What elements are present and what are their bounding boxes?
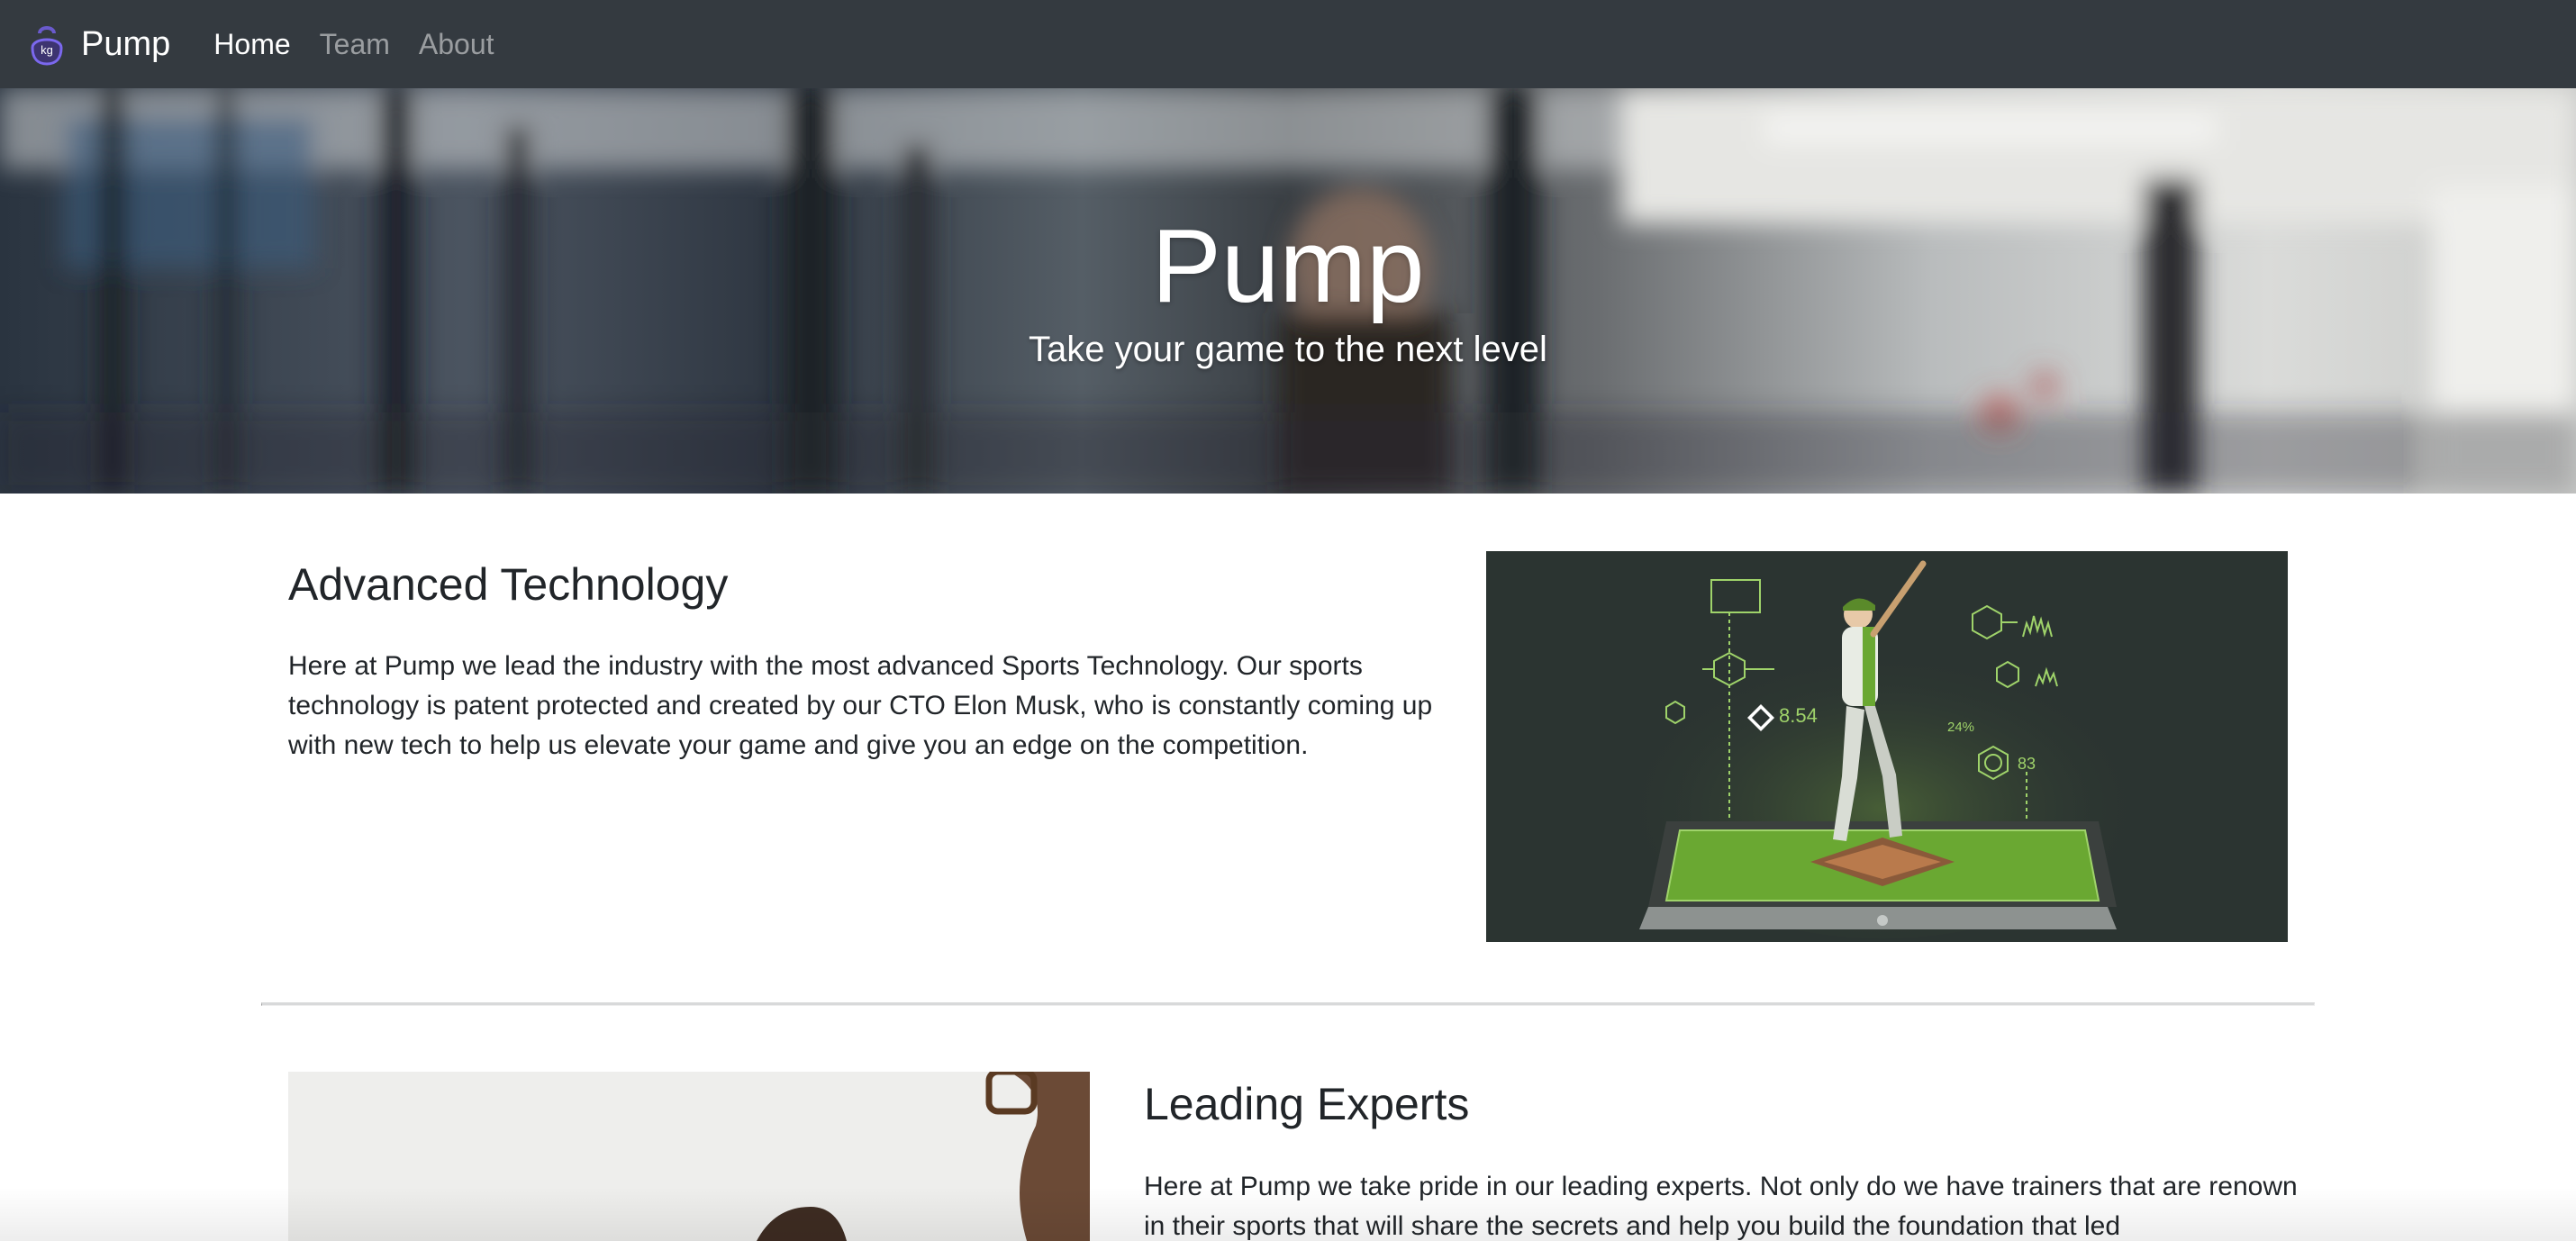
kettlebell-logo-icon: kg (31, 26, 63, 66)
nav-link-team[interactable]: Team (320, 28, 390, 61)
hero-content: Pump Take your game to the next level (0, 88, 2576, 494)
hud-value-2: 24% (1947, 720, 1974, 735)
feature-heading-leading-experts: Leading Experts (1144, 1079, 1470, 1129)
brand-name: Pump (81, 24, 171, 63)
expert-photo (288, 1072, 1090, 1241)
hero-banner: Pump Take your game to the next level (0, 88, 2576, 494)
nav-link-about[interactable]: About (419, 28, 494, 61)
feature-image-experts (288, 1072, 1090, 1241)
section-divider (261, 1002, 2315, 1006)
top-navbar: kg Pump Home Team About (0, 0, 2576, 88)
feature-text-leading-experts: Here at Pump we take pride in our leadin… (1144, 1172, 2298, 1241)
logo-text: kg (41, 43, 53, 57)
hud-value-3: 83 (2018, 755, 2036, 773)
feature-text-advanced-technology: Here at Pump we lead the industry with t… (288, 651, 1433, 760)
brand-link[interactable]: kg Pump (23, 21, 170, 68)
hero-subtitle: Take your game to the next level (1029, 330, 1547, 369)
nav-links: Home Team About (213, 28, 522, 61)
feature-image-technology: 8.54 24% 83 (1486, 551, 2288, 942)
hud-value-1: 8.54 (1779, 704, 1818, 727)
nav-link-home[interactable]: Home (213, 28, 290, 61)
hero-title: Pump (1151, 207, 1425, 324)
baseball-player-tech-illustration: 8.54 24% 83 (1486, 551, 2288, 942)
feature-heading-advanced-technology: Advanced Technology (288, 559, 729, 610)
